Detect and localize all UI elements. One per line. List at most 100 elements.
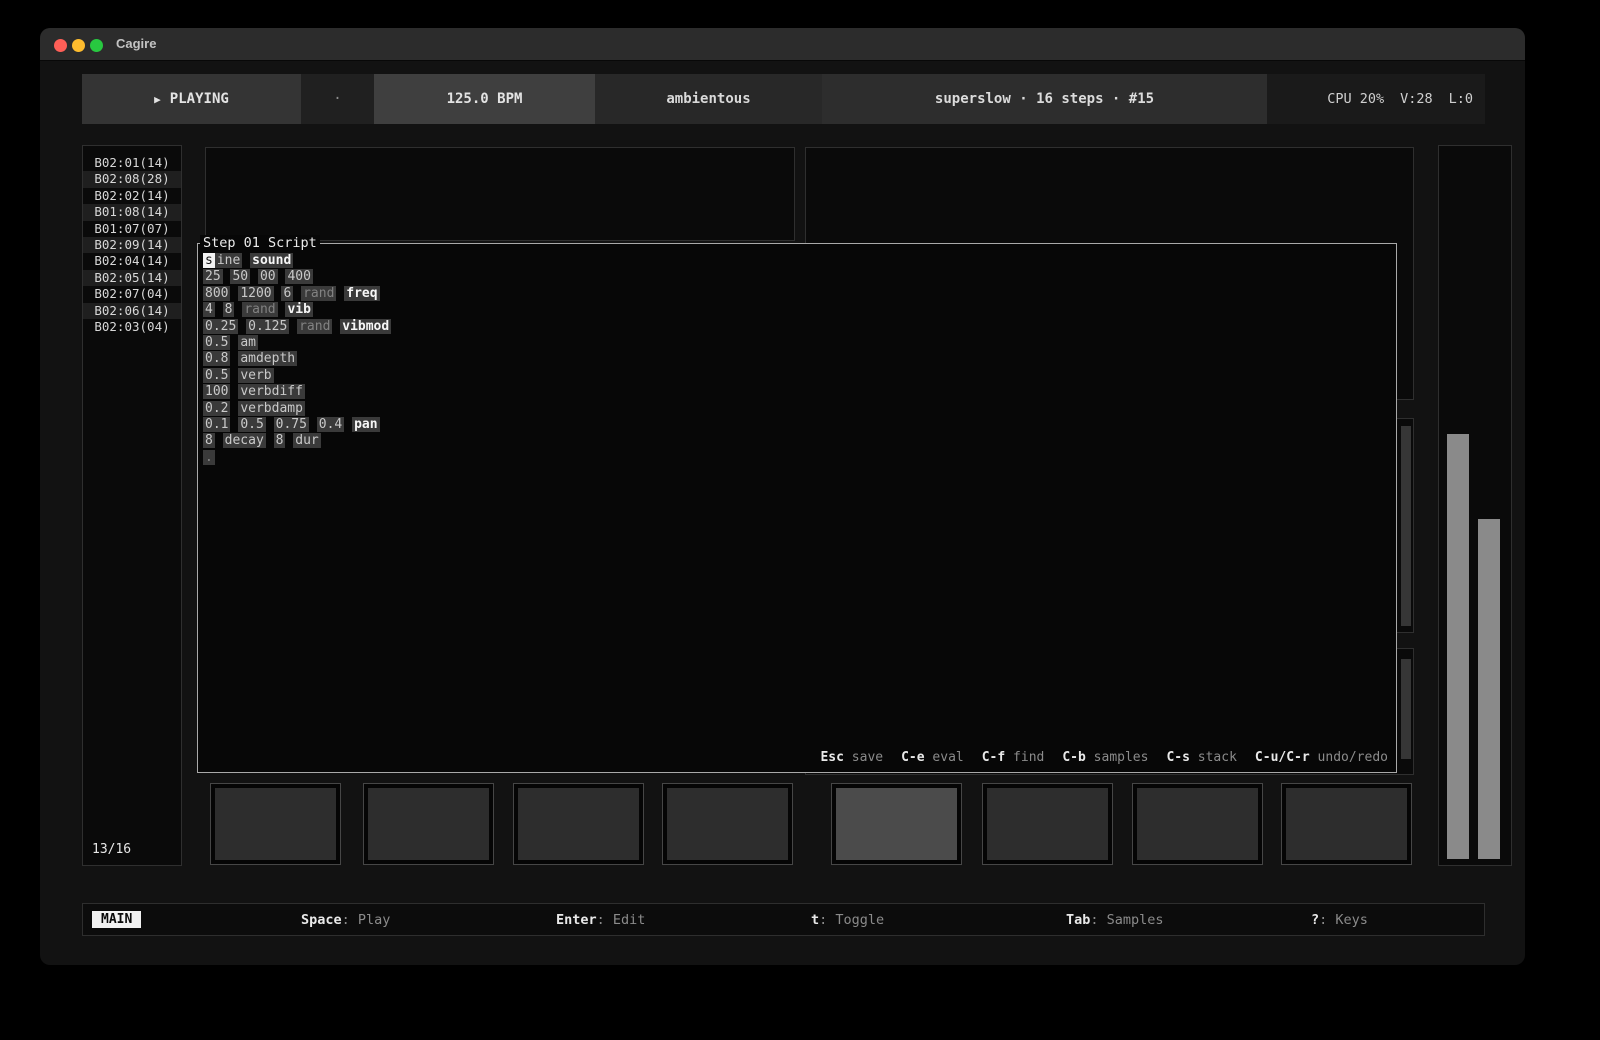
system-stats: CPU 20% V:28 L:0 bbox=[1267, 74, 1485, 124]
pattern-panel-left bbox=[205, 147, 795, 241]
sample-item[interactable]: B02:08(28) bbox=[83, 171, 181, 187]
script-token: am bbox=[238, 335, 258, 350]
hint-desc: find bbox=[1005, 750, 1044, 765]
level-meter-left bbox=[1447, 434, 1469, 859]
script-token: 1200 bbox=[238, 286, 273, 301]
sample-item[interactable]: B02:04(14) bbox=[83, 253, 181, 269]
sample-item[interactable]: B02:09(14) bbox=[83, 237, 181, 253]
level-meter-right bbox=[1478, 519, 1500, 859]
close-window-icon[interactable] bbox=[54, 39, 67, 52]
sample-item[interactable]: B02:07(04) bbox=[83, 286, 181, 302]
hint-key: Enter bbox=[556, 912, 597, 928]
script-token: 4 bbox=[203, 302, 215, 317]
script-token: verb bbox=[238, 368, 273, 383]
hint-key: C-u/C-r bbox=[1255, 750, 1310, 765]
script-token: 0.5 bbox=[203, 335, 230, 350]
hint-desc: samples bbox=[1086, 750, 1149, 765]
bpm-display[interactable]: 125.0 BPM bbox=[374, 74, 595, 124]
script-line: 0.8 amdepth bbox=[203, 351, 1386, 367]
script-line: 100 verbdiff bbox=[203, 384, 1386, 400]
step-cell[interactable] bbox=[513, 783, 644, 865]
window-titlebar[interactable]: Cagire bbox=[40, 28, 1525, 61]
step-fill bbox=[368, 788, 489, 860]
scrollbar[interactable] bbox=[1401, 426, 1411, 626]
script-line: 0.2 verbdamp bbox=[203, 401, 1386, 417]
script-token: freq bbox=[344, 286, 379, 301]
script-line: 0.1 0.5 0.75 0.4 pan bbox=[203, 417, 1386, 433]
scrollbar[interactable] bbox=[1401, 659, 1411, 759]
script-line: 800 1200 6 rand freq bbox=[203, 286, 1386, 302]
sample-item[interactable]: B02:06(14) bbox=[83, 303, 181, 319]
script-token: 8 bbox=[223, 302, 235, 317]
script-token: 400 bbox=[285, 269, 312, 284]
script-token: 0.4 bbox=[317, 417, 344, 432]
hint-desc: : Toggle bbox=[819, 912, 884, 928]
hint-desc: : Samples bbox=[1090, 912, 1163, 928]
hint-key: ? bbox=[1311, 912, 1319, 928]
script-editor-title: Step 01 Script bbox=[200, 235, 320, 251]
step-cell[interactable] bbox=[363, 783, 494, 865]
hint-desc: : Edit bbox=[597, 912, 646, 928]
script-token: 0.5 bbox=[203, 368, 230, 383]
hint-key: Esc bbox=[820, 750, 843, 765]
script-token: . bbox=[203, 450, 215, 465]
sample-list: B02:01(14)B02:08(28)B02:02(14)B01:08(14)… bbox=[83, 146, 181, 335]
zoom-window-icon[interactable] bbox=[90, 39, 103, 52]
transport-statusbar: ▶PLAYING · 125.0 BPM ambientous superslo… bbox=[82, 74, 1485, 124]
script-token: 8 bbox=[274, 433, 286, 448]
script-token: 6 bbox=[281, 286, 293, 301]
play-icon: ▶ bbox=[154, 93, 161, 106]
step-fill bbox=[518, 788, 639, 860]
window-title: Cagire bbox=[116, 36, 156, 51]
hint-key: C-s bbox=[1166, 750, 1189, 765]
script-line: 0.5 am bbox=[203, 335, 1386, 351]
script-token: 25 bbox=[203, 269, 223, 284]
script-token: 0.2 bbox=[203, 401, 230, 416]
sample-item[interactable]: B02:02(14) bbox=[83, 188, 181, 204]
keybinding-hint: C-b samples bbox=[1062, 750, 1148, 765]
voice-count: V:28 bbox=[1400, 91, 1433, 107]
transport-state[interactable]: ▶PLAYING bbox=[82, 74, 301, 124]
step-cell[interactable] bbox=[210, 783, 341, 865]
script-token: pan bbox=[352, 417, 379, 432]
scene-name[interactable]: ambientous bbox=[595, 74, 822, 124]
app-window: Cagire ▶PLAYING · 125.0 BPM ambientous s… bbox=[40, 28, 1525, 965]
script-token: amdepth bbox=[238, 351, 297, 366]
cpu-usage: CPU 20% bbox=[1327, 91, 1384, 107]
hint-key: C-f bbox=[982, 750, 1005, 765]
bottom-statusbar: MAIN Space: PlayEnter: Editt: ToggleTab:… bbox=[82, 903, 1485, 936]
script-token: 100 bbox=[203, 384, 230, 399]
minimize-window-icon[interactable] bbox=[72, 39, 85, 52]
step-cell[interactable] bbox=[662, 783, 793, 865]
script-line: 0.25 0.125 rand vibmod bbox=[203, 319, 1386, 335]
step-cell[interactable] bbox=[1281, 783, 1412, 865]
script-token: 8 bbox=[203, 433, 215, 448]
sample-list-panel: B02:01(14)B02:08(28)B02:02(14)B01:08(14)… bbox=[82, 145, 182, 866]
step-cell[interactable] bbox=[982, 783, 1113, 865]
script-code[interactable]: sine sound25 50 00 400800 1200 6 rand fr… bbox=[203, 253, 1386, 466]
hint-desc: : Play bbox=[342, 912, 391, 928]
script-line: 0.5 verb bbox=[203, 368, 1386, 384]
editor-keybinding-hints: Esc saveC-e evalC-f findC-b samplesC-s s… bbox=[820, 750, 1388, 765]
hint-desc: undo/redo bbox=[1310, 750, 1388, 765]
script-token: decay bbox=[223, 433, 266, 448]
step-fill bbox=[1286, 788, 1407, 860]
step-cell[interactable] bbox=[831, 783, 962, 865]
hint-desc: stack bbox=[1190, 750, 1237, 765]
script-token: 0.75 bbox=[274, 417, 309, 432]
script-token: ine bbox=[215, 253, 242, 268]
script-token: 0.5 bbox=[238, 417, 265, 432]
sample-item[interactable]: B02:01(14) bbox=[83, 155, 181, 171]
sample-item[interactable]: B01:08(14) bbox=[83, 204, 181, 220]
sample-item[interactable]: B01:07(07) bbox=[83, 221, 181, 237]
script-editor-modal: Step 01 Script sine sound25 50 00 400800… bbox=[197, 243, 1397, 773]
sample-item[interactable]: B02:03(04) bbox=[83, 319, 181, 335]
step-cell[interactable] bbox=[1132, 783, 1263, 865]
script-token: dur bbox=[293, 433, 320, 448]
hint-key: Space bbox=[301, 912, 342, 928]
script-token: 0.125 bbox=[246, 319, 289, 334]
pattern-info[interactable]: superslow · 16 steps · #15 bbox=[822, 74, 1267, 124]
sample-item[interactable]: B02:05(14) bbox=[83, 270, 181, 286]
keybinding-hint: Esc save bbox=[820, 750, 883, 765]
script-token: vib bbox=[285, 302, 312, 317]
